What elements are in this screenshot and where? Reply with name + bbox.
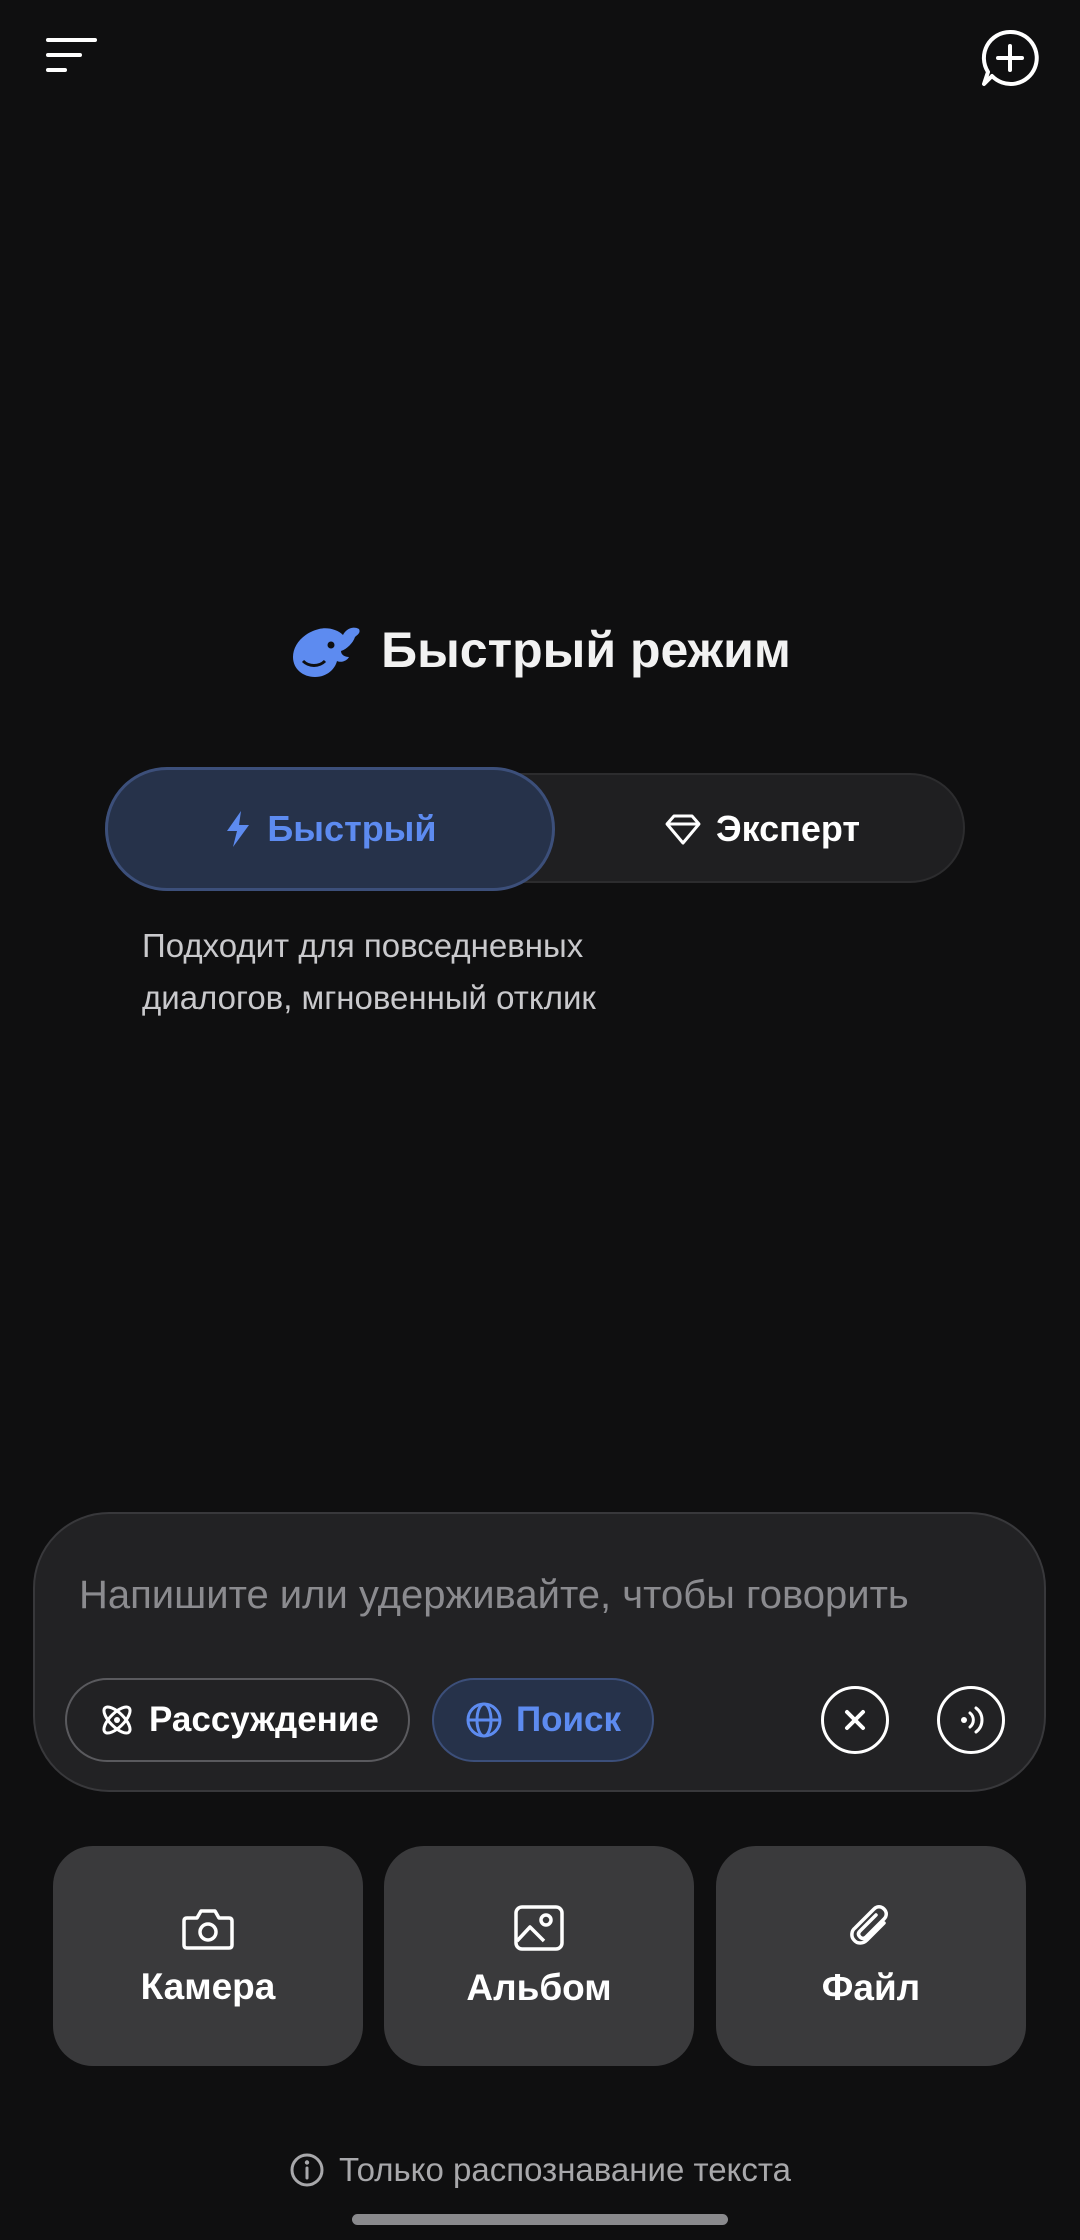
menu-button[interactable] xyxy=(30,20,110,90)
info-icon xyxy=(290,2153,324,2187)
menu-icon xyxy=(46,38,97,72)
mode-option-fast-label: Быстрый xyxy=(267,808,437,849)
image-icon xyxy=(514,1905,564,1951)
mode-description-line-2: диалогов, мгновенный отклик xyxy=(142,979,596,1016)
new-chat-icon xyxy=(981,29,1039,86)
ocr-note-text: Только распознавание текста xyxy=(339,2151,791,2188)
camera-icon xyxy=(182,1909,234,1950)
mode-header: Быстрый режим xyxy=(0,610,1080,690)
home-indicator[interactable] xyxy=(352,2214,728,2225)
album-button[interactable]: Альбом xyxy=(384,1846,694,2066)
close-icon xyxy=(845,1710,865,1730)
search-toggle[interactable]: Поиск xyxy=(432,1678,654,1762)
paperclip-icon xyxy=(850,1905,888,1945)
new-chat-button[interactable] xyxy=(970,18,1050,98)
file-button[interactable]: Файл xyxy=(716,1846,1026,2066)
whale-logo-icon xyxy=(293,627,360,677)
mode-title: Быстрый режим xyxy=(381,622,791,678)
search-label: Поиск xyxy=(516,1700,622,1739)
mode-option-fast[interactable]: Быстрый xyxy=(105,767,555,891)
voice-button[interactable] xyxy=(937,1686,1005,1754)
album-label: Альбом xyxy=(466,1967,612,2008)
mode-description: Подходит для повседневных диалогов, мгно… xyxy=(142,920,762,1024)
mode-switch: Быстрый Эксперт xyxy=(105,767,965,891)
diamond-icon xyxy=(665,814,701,845)
message-composer: Рассуждение Поиск xyxy=(33,1512,1046,1792)
file-label: Файл xyxy=(821,1967,921,2008)
voice-wave-icon xyxy=(961,1706,984,1734)
mode-description-line-1: Подходит для повседневных xyxy=(142,927,584,964)
mode-option-expert[interactable]: Эксперт xyxy=(557,767,967,891)
camera-label: Камера xyxy=(140,1966,276,2007)
message-input[interactable] xyxy=(77,1554,1021,1636)
globe-icon xyxy=(466,1702,502,1738)
mode-option-expert-label: Эксперт xyxy=(715,808,861,849)
reasoning-label: Рассуждение xyxy=(149,1700,379,1739)
lightning-icon xyxy=(227,811,250,847)
clear-button[interactable] xyxy=(821,1686,889,1754)
ocr-note: Только распознавание текста xyxy=(0,2142,1080,2198)
reasoning-toggle[interactable]: Рассуждение xyxy=(65,1678,410,1762)
atom-icon xyxy=(102,1705,132,1735)
camera-button[interactable]: Камера xyxy=(53,1846,363,2066)
